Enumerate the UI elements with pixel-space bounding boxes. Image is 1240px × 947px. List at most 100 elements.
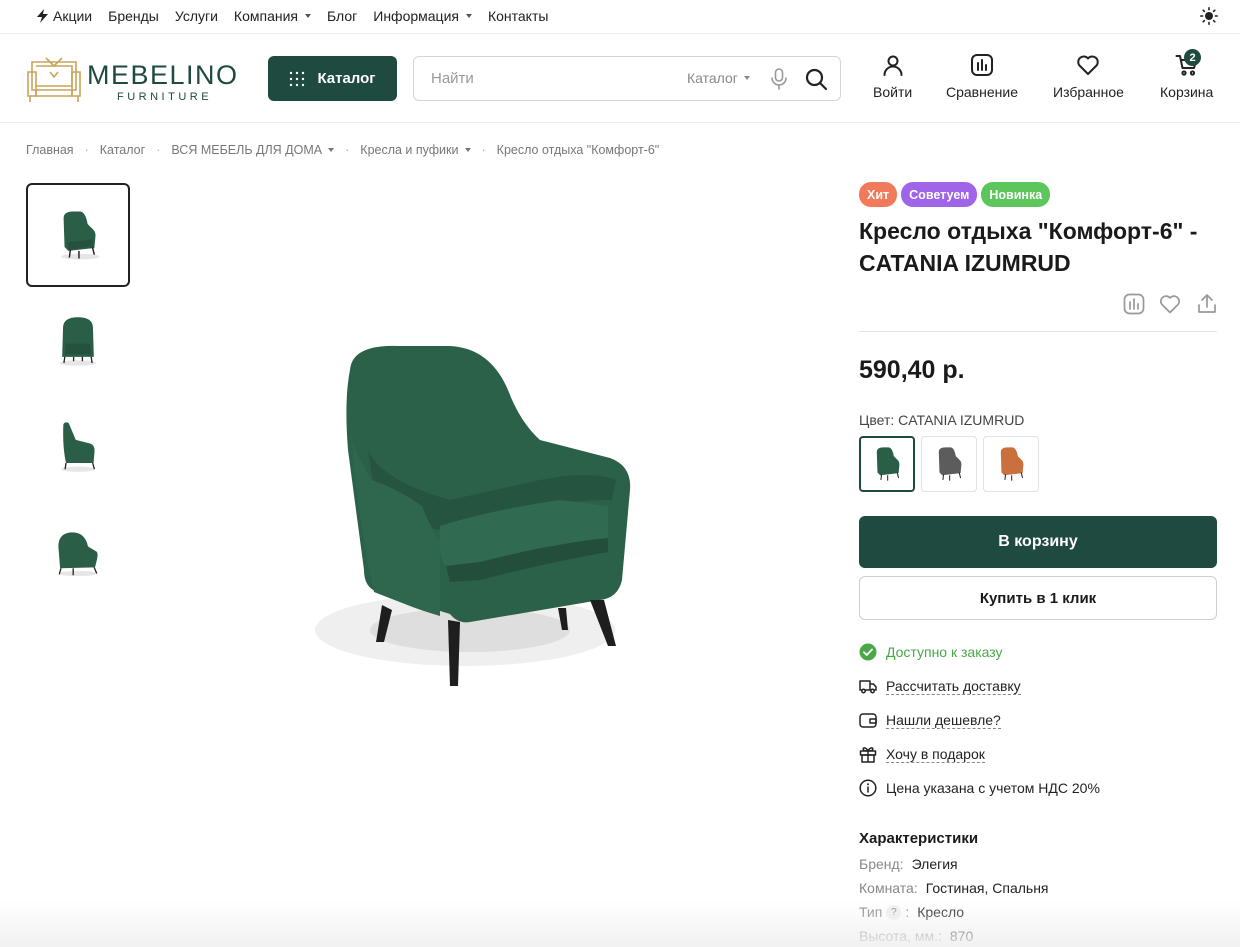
search-box: Каталог: [413, 56, 841, 101]
color-swatch-izumrud[interactable]: [859, 436, 915, 492]
breadcrumb-label: Каталог: [99, 143, 146, 157]
spec-key: Тип: [859, 904, 883, 920]
delivery-calc-row: Рассчитать доставку: [859, 677, 1021, 695]
search-scope-select[interactable]: Каталог: [687, 70, 750, 86]
wallet-icon: [859, 713, 877, 728]
topnav-item-label: Компания: [233, 8, 298, 24]
caret-down-icon: [328, 148, 335, 152]
cart-label: Корзина: [1160, 84, 1214, 100]
spec-row: Высота, мм.: 870: [859, 928, 973, 944]
topnav-item-label: Акции: [53, 8, 93, 24]
topnav-item-label: Услуги: [174, 8, 218, 24]
breadcrumb-item-home[interactable]: Главная: [26, 143, 74, 157]
breadcrumb-item-armchairs[interactable]: Кресла и пуфики: [360, 143, 471, 157]
topnav-item-label: Блог: [327, 8, 358, 24]
topnav-item-company[interactable]: Компания: [234, 8, 311, 24]
topnav-item-label: Контакты: [487, 8, 549, 24]
gift-icon: [859, 747, 877, 763]
gallery-thumbnail-3[interactable]: [26, 395, 130, 499]
armchair-thumbnail-image: [59, 317, 97, 366]
found-cheaper-link[interactable]: Нашли дешевле?: [886, 712, 1001, 729]
spec-key: Комната:: [859, 880, 918, 896]
caret-down-icon: [743, 76, 750, 80]
armchair-thumbnail-image: [58, 532, 98, 577]
help-tooltip-icon[interactable]: ?: [886, 904, 902, 920]
topnav-item-contacts[interactable]: Контакты: [488, 8, 548, 24]
search-input[interactable]: [415, 58, 675, 99]
compare-icon[interactable]: [1123, 293, 1145, 315]
spec-value: Гостиная, Спальня: [925, 880, 1049, 896]
microphone-icon[interactable]: [769, 68, 789, 90]
calculate-delivery-link[interactable]: Рассчитать доставку: [886, 678, 1021, 695]
topnav-item-promotions[interactable]: Акции: [36, 8, 92, 24]
spec-row: Тип ? : Кресло: [859, 904, 964, 920]
gift-row: Хочу в подарок: [859, 745, 985, 763]
user-icon: [883, 55, 903, 76]
spec-key-colon: :: [905, 904, 910, 920]
breadcrumb-item-catalog[interactable]: Каталог: [100, 143, 145, 157]
sun-icon[interactable]: [1200, 7, 1218, 25]
cheaper-row: Нашли дешевле?: [859, 711, 1001, 729]
breadcrumb-separator: ·: [84, 143, 89, 157]
breadcrumb-label: ВСЯ МЕБЕЛЬ ДЛЯ ДОМА: [171, 143, 323, 157]
caret-down-icon: [464, 148, 471, 152]
tag-new: Новинка: [981, 182, 1051, 207]
topnav-item-label: Бренды: [108, 8, 159, 24]
cart-count-badge: 2: [1184, 49, 1201, 66]
login-button[interactable]: Войти: [873, 53, 912, 100]
truck-icon: [859, 680, 877, 694]
breadcrumb-separator: ·: [345, 143, 350, 157]
gallery-thumbnail-1[interactable]: [26, 183, 130, 287]
spec-value: Кресло: [917, 904, 965, 920]
product-price: 590,40 р.: [859, 356, 965, 384]
spec-row: Бренд: Элегия: [859, 856, 958, 872]
cart-button[interactable]: 2 Корзина: [1160, 49, 1214, 100]
share-icon[interactable]: [1196, 293, 1218, 315]
grid-dots-icon: [290, 71, 305, 86]
topnav-item-services[interactable]: Услуги: [175, 8, 218, 24]
spec-value: Элегия: [911, 856, 958, 872]
top-bar: Акции Бренды Услуги Компания Блог Информ…: [0, 0, 1240, 34]
breadcrumb-item-all-furniture[interactable]: ВСЯ МЕБЕЛЬ ДЛЯ ДОМА: [171, 143, 335, 157]
color-label: Цвет: CATANIA IZUMRUD: [859, 412, 1025, 428]
breadcrumb-label: Главная: [26, 143, 74, 157]
lightning-icon: [37, 9, 48, 23]
heart-icon: [1077, 55, 1100, 75]
wish-as-gift-link[interactable]: Хочу в подарок: [886, 746, 985, 763]
breadcrumb-item-current: Кресло отдыха "Комфорт-6": [497, 143, 660, 157]
topnav-item-blog[interactable]: Блог: [327, 8, 357, 24]
compare-button[interactable]: Сравнение: [946, 53, 1018, 100]
armchair-swatch-image: [938, 447, 962, 481]
gallery-thumbnail-2[interactable]: [26, 289, 130, 393]
header: MEBELINO FURNITURE Каталог Каталог: [0, 35, 1240, 123]
breadcrumb-separator: ·: [481, 143, 486, 157]
spec-value: 870: [949, 928, 974, 944]
add-to-cart-button[interactable]: В корзину: [859, 516, 1217, 568]
buy-one-click-button[interactable]: Купить в 1 клик: [859, 576, 1217, 620]
breadcrumb-separator: ·: [156, 143, 161, 157]
color-swatch-terracotta[interactable]: [983, 436, 1039, 492]
availability-text: Доступно к заказу: [886, 644, 1003, 660]
availability-status: Доступно к заказу: [859, 643, 1003, 661]
logo-subtitle: FURNITURE: [117, 91, 213, 103]
favorites-label: Избранное: [1053, 84, 1124, 100]
breadcrumb-label: Кресла и пуфики: [360, 143, 459, 157]
vat-note-row: Цена указана с учетом НДС 20%: [859, 779, 1100, 797]
tag-hit: Хит: [859, 182, 898, 207]
bottom-fade: [0, 900, 1240, 947]
topnav-item-info[interactable]: Информация: [373, 8, 472, 24]
favorites-button[interactable]: Избранное: [1053, 53, 1124, 100]
product-main-image[interactable]: [290, 330, 660, 700]
gallery-thumbnail-4[interactable]: [26, 501, 130, 605]
heart-icon[interactable]: [1159, 293, 1181, 315]
catalog-button-label: Каталог: [317, 70, 376, 87]
catalog-button[interactable]: Каталог: [268, 56, 397, 101]
topnav-item-brands[interactable]: Бренды: [108, 8, 159, 24]
compare-label: Сравнение: [946, 84, 1018, 100]
color-swatch-grey[interactable]: [921, 436, 977, 492]
search-icon[interactable]: [804, 67, 828, 91]
caret-down-icon: [305, 14, 311, 18]
login-label: Войти: [873, 84, 913, 100]
spec-key: Высота, мм.:: [859, 928, 942, 944]
site-logo[interactable]: MEBELINO FURNITURE: [26, 52, 241, 106]
